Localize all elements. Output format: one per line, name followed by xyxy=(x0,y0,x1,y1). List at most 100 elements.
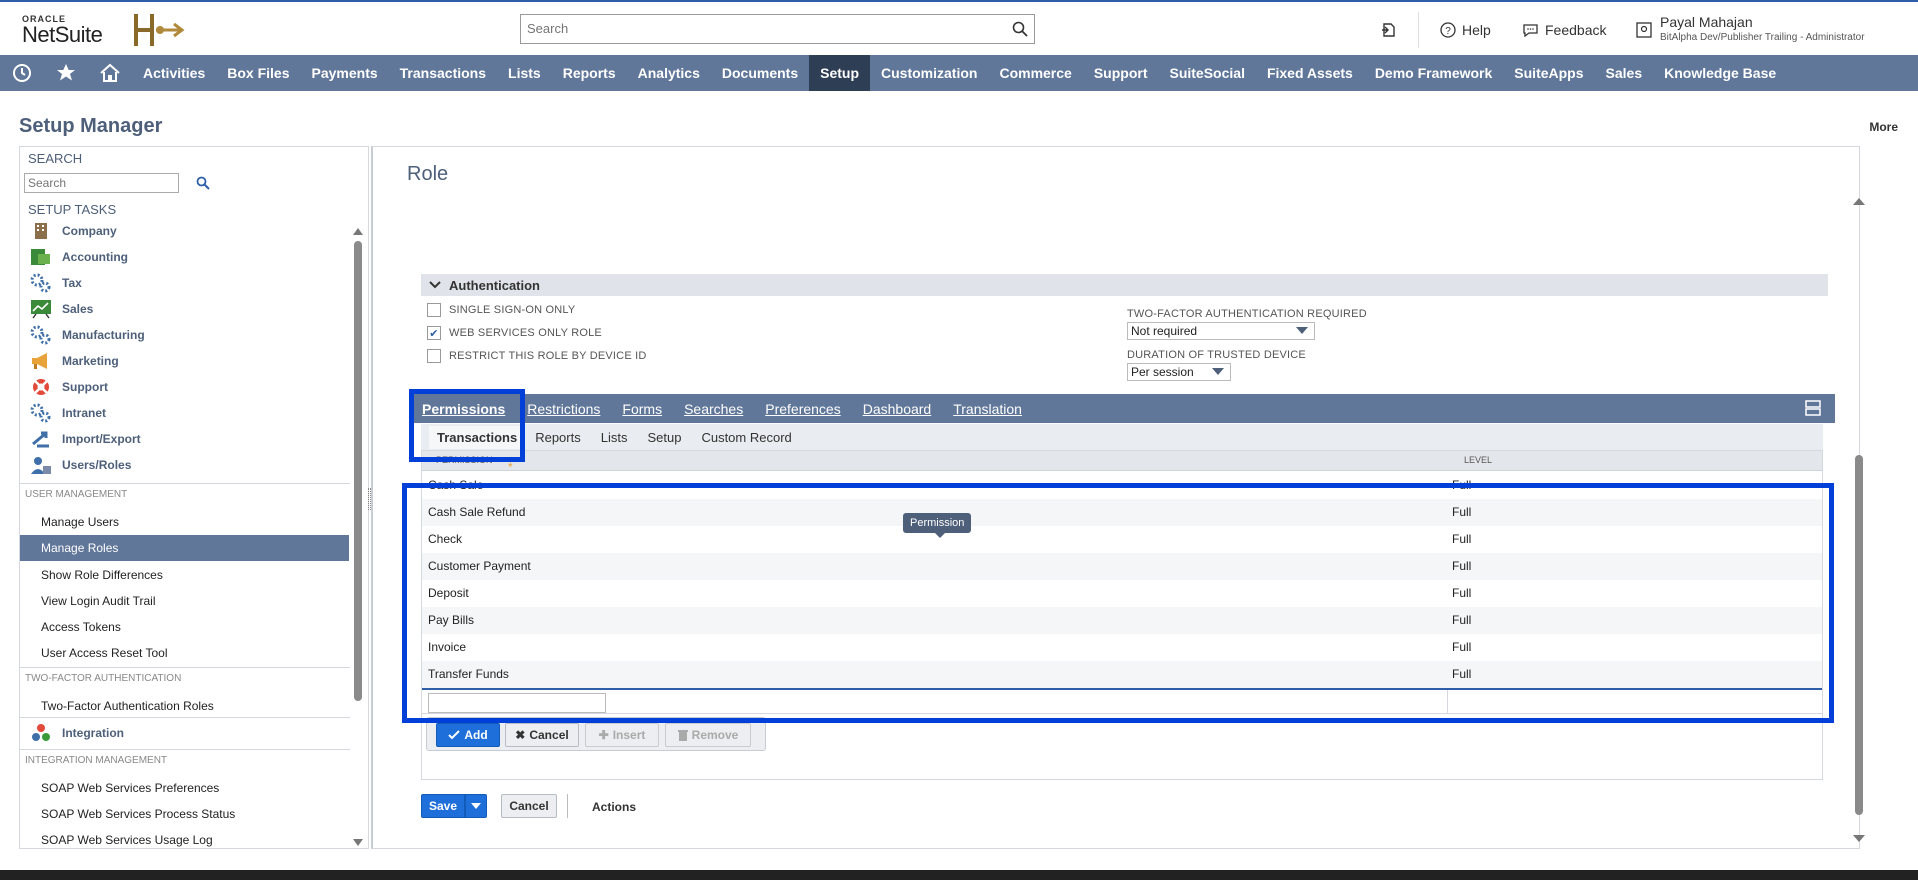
home-icon[interactable] xyxy=(88,55,132,91)
select-value: Not required xyxy=(1131,324,1198,338)
nav-tab-box-files[interactable]: Box Files xyxy=(216,55,300,91)
web-services-only-checkbox[interactable]: ✔ xyxy=(427,326,441,340)
user-management-group: USER MANAGEMENT xyxy=(20,483,350,500)
button-label: Add xyxy=(464,728,488,742)
tab-layout-toggle-icon[interactable] xyxy=(1805,400,1821,416)
task-users-roles[interactable]: Users/Roles xyxy=(30,455,131,475)
nav-tab-fixed-assets[interactable]: Fixed Assets xyxy=(1256,55,1364,91)
tfa-required-select[interactable]: Not required xyxy=(1127,322,1315,340)
nav-tab-suitesocial[interactable]: SuiteSocial xyxy=(1158,55,1255,91)
actions-menu[interactable]: Actions xyxy=(592,800,636,814)
task-sales[interactable]: Sales xyxy=(30,299,93,319)
task-label: Accounting xyxy=(62,250,128,264)
nav-tab-knowledge-base[interactable]: Knowledge Base xyxy=(1653,55,1787,91)
task-company[interactable]: Company xyxy=(30,221,117,241)
building-icon xyxy=(30,221,52,241)
recent-records[interactable] xyxy=(1380,2,1398,57)
column-header-level[interactable]: LEVEL xyxy=(1464,455,1492,465)
tab-translation[interactable]: Translation xyxy=(942,401,1033,417)
content-scrollbar[interactable] xyxy=(1853,197,1865,847)
tab-searches[interactable]: Searches xyxy=(673,401,754,417)
lifebuoy-icon xyxy=(30,377,52,397)
tab-preferences[interactable]: Preferences xyxy=(754,401,851,417)
recent-records-icon[interactable] xyxy=(1380,21,1398,39)
integration-icon xyxy=(30,723,52,743)
restrict-device-checkbox[interactable] xyxy=(427,349,441,363)
nav-tab-analytics[interactable]: Analytics xyxy=(627,55,711,91)
subtab-custom-record[interactable]: Custom Record xyxy=(691,430,801,445)
button-label: Remove xyxy=(691,728,739,742)
recent-icon[interactable] xyxy=(0,55,44,91)
task-accounting[interactable]: Accounting xyxy=(30,247,128,267)
task-manufacturing[interactable]: Manufacturing xyxy=(30,325,145,345)
search-icon[interactable] xyxy=(196,176,210,190)
nav-tab-demo-framework[interactable]: Demo Framework xyxy=(1364,55,1503,91)
nav-tab-transactions[interactable]: Transactions xyxy=(389,55,497,91)
tab-forms[interactable]: Forms xyxy=(611,401,673,417)
plus-icon: ✚ xyxy=(598,728,609,742)
trusted-device-duration-select[interactable]: Per session xyxy=(1127,363,1231,381)
nav-tab-sales[interactable]: Sales xyxy=(1595,55,1654,91)
integration-management-group: INTEGRATION MANAGEMENT xyxy=(20,749,350,766)
sidebar-search-input[interactable] xyxy=(24,173,179,193)
subtab-lists[interactable]: Lists xyxy=(591,430,638,445)
task-intranet[interactable]: Intranet xyxy=(30,403,106,423)
link-show-role-differences[interactable]: Show Role Differences xyxy=(41,568,163,582)
cancel-line-button[interactable]: ✖ Cancel xyxy=(505,723,579,747)
authentication-section-header[interactable]: Authentication xyxy=(421,274,1828,296)
link-view-login-audit-trail[interactable]: View Login Audit Trail xyxy=(41,594,156,608)
task-label: Import/Export xyxy=(62,432,141,446)
gears-icon xyxy=(30,325,52,345)
task-import-export[interactable]: Import/Export xyxy=(30,429,141,449)
link-soap-ws-preferences[interactable]: SOAP Web Services Preferences xyxy=(41,781,219,795)
favorites-star-icon[interactable] xyxy=(44,55,88,91)
search-icon[interactable] xyxy=(1012,21,1028,37)
nav-tab-activities[interactable]: Activities xyxy=(132,55,216,91)
subtab-setup[interactable]: Setup xyxy=(637,430,691,445)
link-user-access-reset-tool[interactable]: User Access Reset Tool xyxy=(41,646,168,660)
nav-tab-suiteapps[interactable]: SuiteApps xyxy=(1503,55,1594,91)
help-link[interactable]: ? Help xyxy=(1440,22,1491,38)
feedback-link[interactable]: Feedback xyxy=(1522,22,1606,38)
role-switch-icon[interactable] xyxy=(1636,21,1652,39)
remove-line-button[interactable]: Remove xyxy=(665,723,751,747)
link-manage-roles[interactable]: Manage Roles xyxy=(20,535,349,561)
nav-tab-commerce[interactable]: Commerce xyxy=(988,55,1082,91)
nav-tab-documents[interactable]: Documents xyxy=(711,55,809,91)
nav-tab-setup[interactable]: Setup xyxy=(809,55,870,91)
nav-tab-lists[interactable]: Lists xyxy=(497,55,552,91)
more-link[interactable]: More xyxy=(1869,120,1898,134)
user-menu[interactable]: Payal Mahajan BitAlpha Dev/Publisher Tra… xyxy=(1660,14,1865,43)
link-soap-ws-usage-log[interactable]: SOAP Web Services Usage Log xyxy=(41,833,213,847)
global-search-input[interactable] xyxy=(521,15,1001,41)
single-sign-on-field: SINGLE SIGN-ON ONLY xyxy=(427,303,575,317)
link-access-tokens[interactable]: Access Tokens xyxy=(41,620,121,634)
save-options-dropdown[interactable] xyxy=(465,794,487,818)
feedback-label: Feedback xyxy=(1545,21,1607,38)
add-line-button[interactable]: Add xyxy=(436,723,500,747)
setup-sidebar: SEARCH SETUP TASKS Company Accounting Ta… xyxy=(19,146,369,849)
insert-line-button[interactable]: ✚ Insert xyxy=(585,723,659,747)
nav-tab-customization[interactable]: Customization xyxy=(870,55,988,91)
nav-tab-support[interactable]: Support xyxy=(1083,55,1159,91)
task-tax[interactable]: Tax xyxy=(30,273,82,293)
netsuite-logo[interactable]: ORACLE NetSuite xyxy=(22,14,103,46)
subtab-reports[interactable]: Reports xyxy=(525,430,591,445)
cancel-button[interactable]: Cancel xyxy=(501,794,557,818)
tab-restrictions[interactable]: Restrictions xyxy=(516,401,611,417)
link-two-factor-auth-roles[interactable]: Two-Factor Authentication Roles xyxy=(41,699,214,713)
tab-dashboard[interactable]: Dashboard xyxy=(852,401,943,417)
user-name: Payal Mahajan xyxy=(1660,14,1753,30)
field-label: RESTRICT THIS ROLE BY DEVICE ID xyxy=(449,350,647,362)
task-support[interactable]: Support xyxy=(30,377,108,397)
single-sign-on-checkbox[interactable] xyxy=(427,303,441,317)
link-soap-ws-process-status[interactable]: SOAP Web Services Process Status xyxy=(41,807,235,821)
global-search-box[interactable] xyxy=(520,14,1035,44)
task-marketing[interactable]: Marketing xyxy=(30,351,119,371)
nav-tab-payments[interactable]: Payments xyxy=(301,55,389,91)
nav-tab-reports[interactable]: Reports xyxy=(552,55,627,91)
sidebar-scrollbar[interactable] xyxy=(352,227,364,848)
save-button[interactable]: Save xyxy=(421,794,465,818)
link-manage-users[interactable]: Manage Users xyxy=(41,515,119,529)
task-integration[interactable]: Integration xyxy=(30,723,124,743)
